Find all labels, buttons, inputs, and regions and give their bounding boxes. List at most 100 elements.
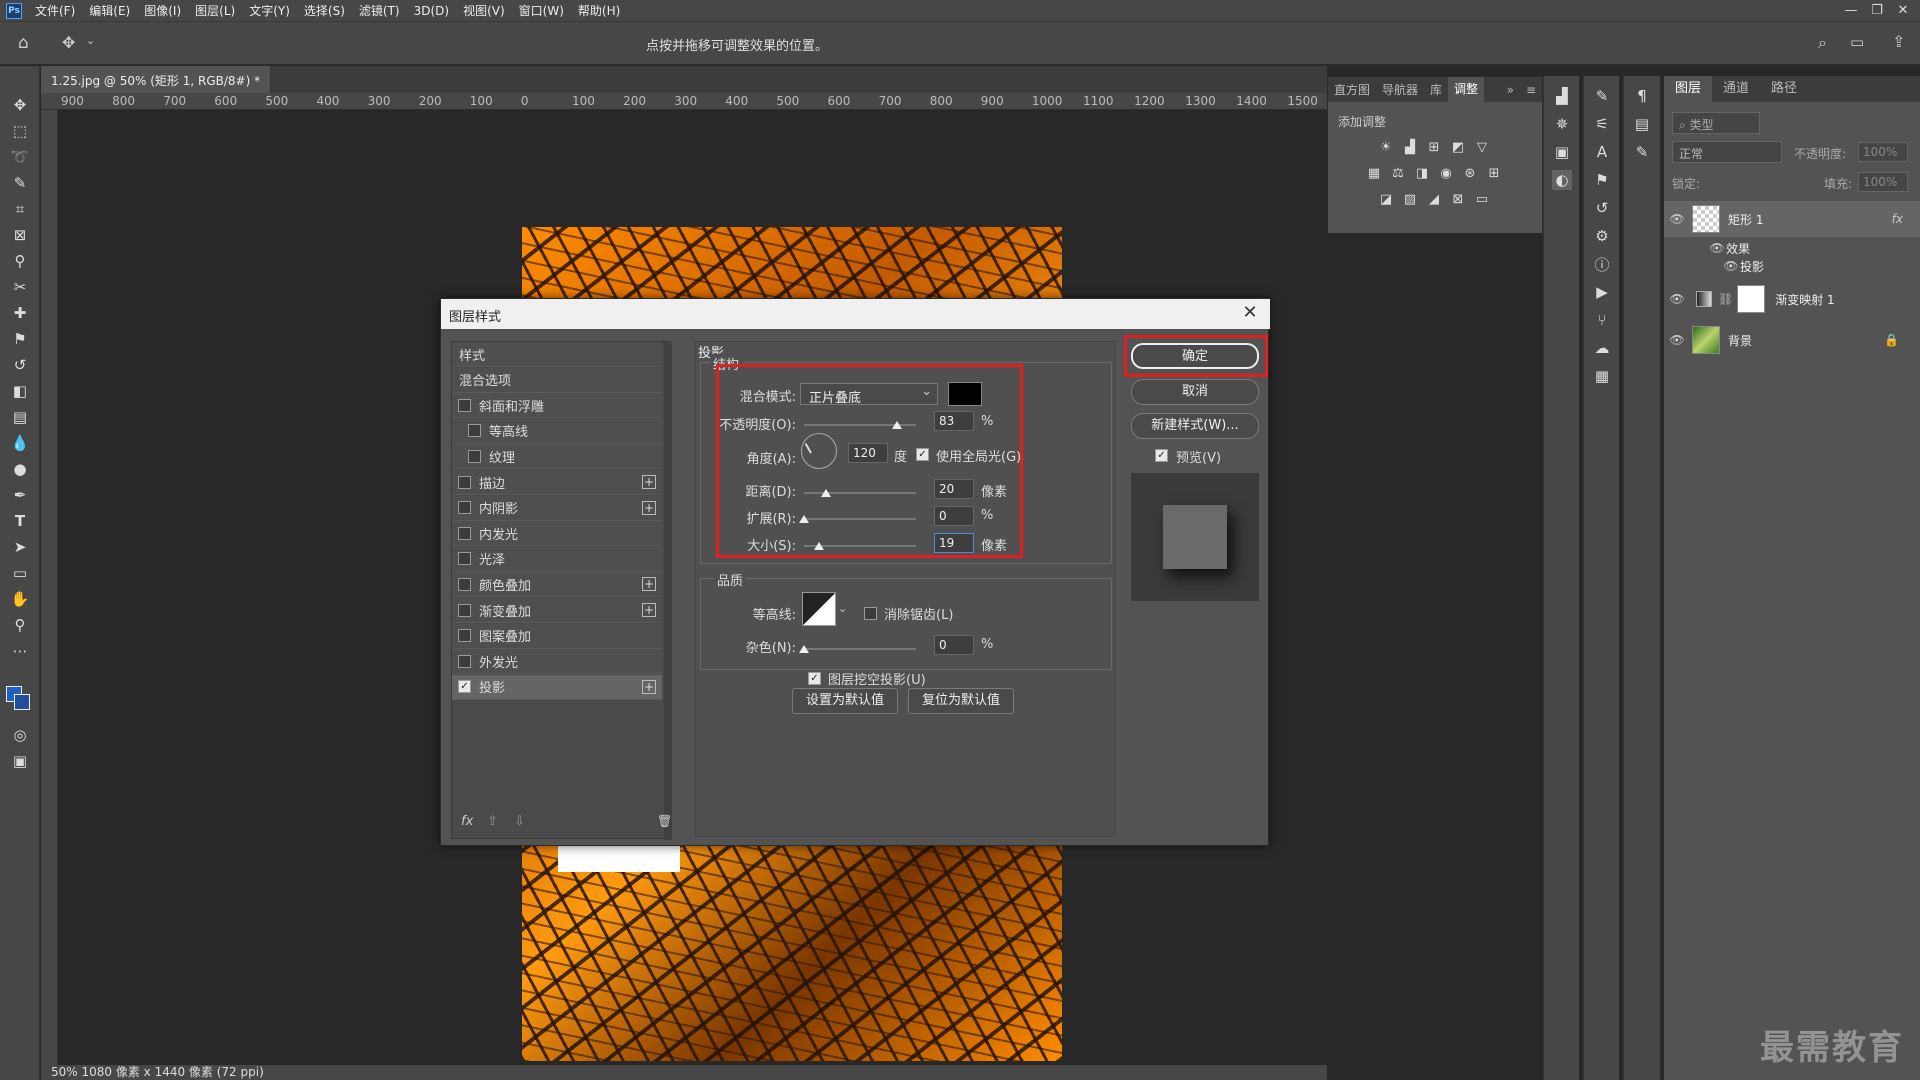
menu-type[interactable]: 文字(Y) xyxy=(242,2,297,19)
brush-settings-icon[interactable]: ⚟ xyxy=(1592,114,1612,134)
actions-icon[interactable]: ▶ xyxy=(1592,282,1612,302)
layer-row[interactable]: 👁 背景 🔒 xyxy=(1664,322,1920,358)
scissors-icon[interactable]: ✂ xyxy=(8,276,32,298)
style-list-item[interactable]: 混合选项 xyxy=(452,367,662,393)
eraser-icon[interactable]: ◧ xyxy=(8,380,32,402)
effects-row[interactable]: 👁 效果 xyxy=(1664,239,1920,257)
menu-help[interactable]: 帮助(H) xyxy=(571,2,627,19)
lasso-tool-icon[interactable]: ➰ xyxy=(8,146,32,168)
channel-mixer-icon[interactable]: ⊛ xyxy=(1462,165,1478,181)
notes-icon[interactable]: ✎ xyxy=(1632,142,1652,162)
share-icon[interactable]: ⇪ xyxy=(1892,32,1905,51)
menu-3d[interactable]: 3D(D) xyxy=(407,4,456,18)
style-checkbox[interactable] xyxy=(458,654,471,668)
style-checkbox[interactable]: ✓ xyxy=(458,680,471,694)
style-list-item[interactable]: 内发光 xyxy=(452,521,662,547)
home-icon[interactable]: ⌂ xyxy=(18,33,29,53)
rectangle-tool-icon[interactable]: ▭ xyxy=(8,562,32,584)
visibility-eye-icon[interactable]: 👁 xyxy=(1668,292,1686,306)
rectangle-shape[interactable] xyxy=(558,844,680,872)
style-checkbox[interactable] xyxy=(458,577,471,591)
opacity-field[interactable]: 100% xyxy=(1858,142,1908,162)
dodge-tool-icon[interactable]: ● xyxy=(8,458,32,480)
style-checkbox[interactable] xyxy=(458,629,471,643)
clone-source-icon[interactable]: ⚑ xyxy=(1592,170,1612,190)
history-brush-icon[interactable]: ↺ xyxy=(8,354,32,376)
menu-window[interactable]: 窗口(W) xyxy=(512,2,571,19)
menu-file[interactable]: 文件(F) xyxy=(28,2,82,19)
character-icon[interactable]: A xyxy=(1592,142,1612,162)
minimize-icon[interactable]: — xyxy=(1838,3,1864,18)
menu-filter[interactable]: 滤镜(T) xyxy=(352,2,407,19)
visibility-eye-icon[interactable]: 👁 xyxy=(1668,333,1686,347)
tab-adjustments[interactable]: 调整 xyxy=(1448,77,1485,102)
add-effect-icon[interactable]: + xyxy=(642,577,656,592)
background-color-swatch[interactable] xyxy=(14,694,30,710)
knockout-checkbox[interactable]: ✓ xyxy=(808,672,821,685)
curves-icon[interactable]: ⊞ xyxy=(1426,139,1442,155)
type-tool-icon[interactable]: T xyxy=(8,510,32,532)
style-checkbox[interactable] xyxy=(468,449,481,463)
style-list-item[interactable]: 样式 xyxy=(452,342,662,367)
style-list-item[interactable]: 斜面和浮雕 xyxy=(452,393,662,419)
marquee-tool-icon[interactable]: ⬚ xyxy=(8,120,32,142)
photo-filter-icon[interactable]: ◉ xyxy=(1438,165,1454,181)
chevron-down-icon[interactable]: ⌄ xyxy=(86,34,95,47)
style-checkbox[interactable] xyxy=(458,603,471,617)
blur-tool-icon[interactable]: 💧 xyxy=(8,432,32,454)
invert-icon[interactable]: ◪ xyxy=(1378,191,1394,207)
move-tool-icon[interactable]: ✥ xyxy=(8,94,32,116)
layer-row[interactable]: 👁 ⛓ 渐变映射 1 xyxy=(1664,281,1920,317)
layer-filter-dropdown[interactable]: ⌕ 类型 xyxy=(1672,112,1760,134)
zoom-tool-icon[interactable]: ⚲ xyxy=(8,614,32,636)
tab-paths[interactable]: 路径 xyxy=(1760,76,1808,102)
style-list-item[interactable]: ✓ 投影 + xyxy=(452,674,662,700)
restore-icon[interactable]: ❐ xyxy=(1864,3,1890,18)
close-icon[interactable]: ✕ xyxy=(1240,303,1260,323)
noise-knob[interactable] xyxy=(799,645,809,653)
history-icon[interactable]: ↺ xyxy=(1592,198,1612,218)
threshold-icon[interactable]: ◢ xyxy=(1426,191,1442,207)
paragraph-icon[interactable]: ¶ xyxy=(1632,86,1652,106)
list-scrollbar[interactable] xyxy=(664,342,672,840)
menu-view[interactable]: 视图(V) xyxy=(456,2,512,19)
panel-menu-icon[interactable]: ≡ xyxy=(1520,83,1542,97)
adjustments-icon[interactable]: ◐ xyxy=(1552,170,1572,190)
style-checkbox[interactable] xyxy=(458,475,471,489)
preview-checkbox[interactable]: ✓ xyxy=(1155,449,1168,462)
color-lookup-icon[interactable]: ⊞ xyxy=(1486,165,1502,181)
add-effect-icon[interactable]: + xyxy=(642,679,656,694)
contour-dropdown-icon[interactable]: ⌄ xyxy=(838,602,847,615)
style-list-item[interactable]: 外发光 xyxy=(452,649,662,675)
info-icon[interactable]: ⓘ xyxy=(1592,254,1612,274)
antialias-checkbox[interactable] xyxy=(864,607,877,620)
levels-icon[interactable]: ▟ xyxy=(1402,139,1418,155)
menu-select[interactable]: 选择(S) xyxy=(297,2,352,19)
delete-icon[interactable]: 🗑 xyxy=(657,814,672,828)
style-checkbox[interactable] xyxy=(468,424,481,438)
fx-menu-icon[interactable]: fx xyxy=(461,814,473,829)
contour-picker[interactable] xyxy=(802,592,836,626)
libraries-icon[interactable]: ▣ xyxy=(1552,142,1572,162)
search-icon[interactable]: ⌕ xyxy=(1818,33,1827,53)
visibility-eye-icon[interactable]: 👁 xyxy=(1722,259,1740,273)
blend-mode-dropdown[interactable]: 正常 xyxy=(1672,141,1782,163)
close-window-icon[interactable]: ✕ xyxy=(1890,3,1916,18)
vibrance-icon[interactable]: ▽ xyxy=(1474,139,1490,155)
fx-badge[interactable]: fx xyxy=(1892,212,1903,226)
exposure-icon[interactable]: ◩ xyxy=(1450,139,1466,155)
table-icon[interactable]: ▦ xyxy=(1592,366,1612,386)
style-list-item[interactable]: 纹理 xyxy=(452,444,662,470)
style-list-item[interactable]: 光泽 xyxy=(452,546,662,572)
3d-icon[interactable]: ☁ xyxy=(1592,338,1612,358)
color-balance-icon[interactable]: ⚖ xyxy=(1390,165,1406,181)
cancel-button[interactable]: 取消 xyxy=(1131,379,1259,405)
style-list-item[interactable]: 等高线 xyxy=(452,418,662,444)
path-select-icon[interactable]: ➤ xyxy=(8,536,32,558)
noise-slider[interactable] xyxy=(804,648,916,650)
style-checkbox[interactable] xyxy=(458,552,471,566)
brightness-icon[interactable]: ☀ xyxy=(1378,139,1394,155)
lock-icon[interactable]: 🔒 xyxy=(1884,333,1899,347)
style-list-item[interactable]: 渐变叠加 + xyxy=(452,598,662,623)
navigator-icon[interactable]: ✵ xyxy=(1552,114,1572,134)
